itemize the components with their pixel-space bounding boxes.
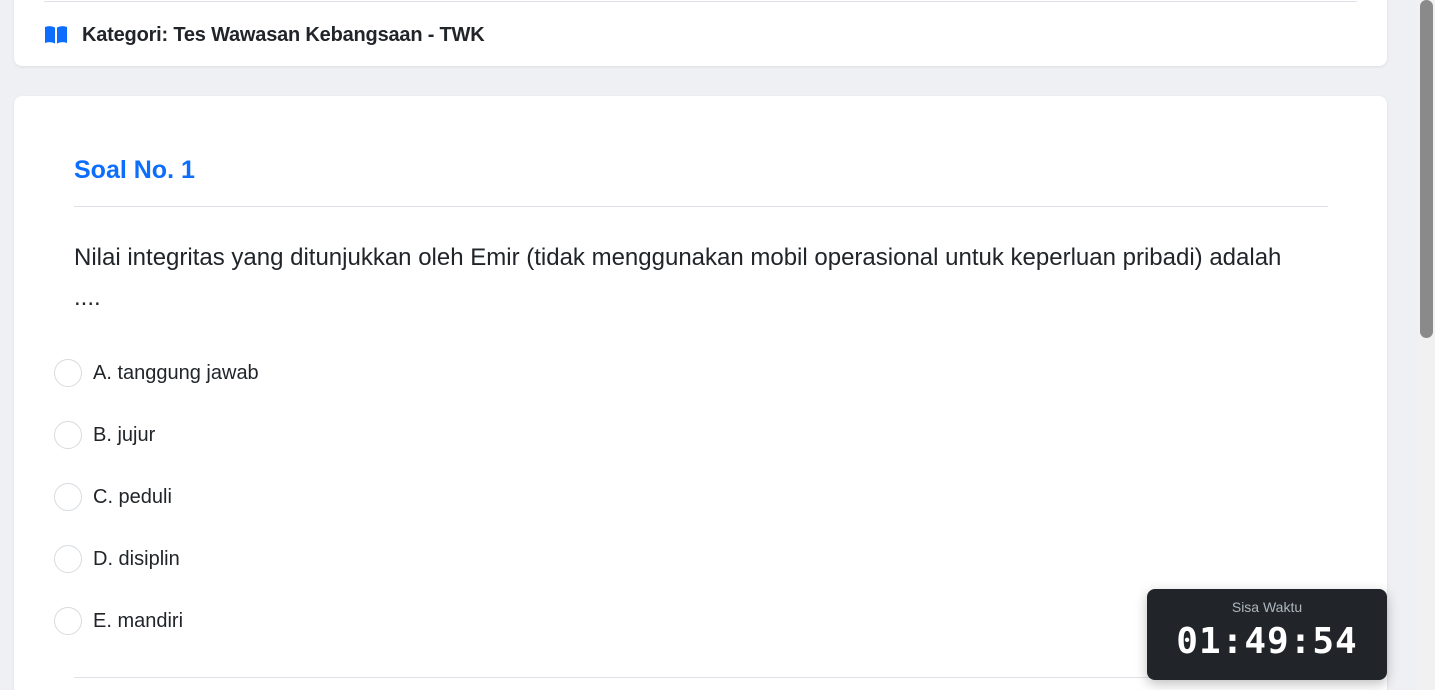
- option-d[interactable]: D. disiplin: [54, 544, 180, 574]
- exam-page: Kategori: Tes Wawasan Kebangsaan - TWK S…: [0, 0, 1435, 690]
- timer-value: 01:49:54: [1176, 621, 1358, 662]
- timer-label: Sisa Waktu: [1231, 599, 1303, 615]
- option-b-label[interactable]: B. jujur: [93, 424, 155, 447]
- option-a-label[interactable]: A. tanggung jawab: [93, 362, 259, 385]
- option-d-radio[interactable]: [54, 545, 82, 573]
- option-a[interactable]: A. tanggung jawab: [54, 358, 259, 388]
- question-text: Nilai integritas yang ditunjukkan oleh E…: [74, 244, 1282, 311]
- option-e[interactable]: E. mandiri: [54, 606, 183, 636]
- option-c-radio[interactable]: [54, 483, 82, 511]
- category-divider: [44, 1, 1357, 2]
- option-a-radio[interactable]: [54, 359, 82, 387]
- option-e-radio[interactable]: [54, 607, 82, 635]
- page-scrollbar[interactable]: [1417, 0, 1435, 690]
- option-b-radio[interactable]: [54, 421, 82, 449]
- category-row: Kategori: Tes Wawasan Kebangsaan - TWK: [44, 23, 485, 47]
- option-e-label[interactable]: E. mandiri: [93, 610, 183, 633]
- scrollbar-thumb[interactable]: [1420, 0, 1433, 338]
- option-d-label[interactable]: D. disiplin: [93, 548, 180, 571]
- option-c-label[interactable]: C. peduli: [93, 486, 172, 509]
- question-number: Soal No. 1: [74, 156, 195, 184]
- option-b[interactable]: B. jujur: [54, 420, 155, 450]
- book-open-icon: [44, 25, 68, 45]
- question-divider: [74, 206, 1328, 207]
- bottom-divider: [74, 677, 1328, 678]
- category-card: Kategori: Tes Wawasan Kebangsaan - TWK: [14, 0, 1387, 66]
- category-title: Kategori: Tes Wawasan Kebangsaan - TWK: [82, 23, 485, 46]
- countdown-timer: Sisa Waktu 01:49:54: [1147, 589, 1387, 680]
- option-c[interactable]: C. peduli: [54, 482, 172, 512]
